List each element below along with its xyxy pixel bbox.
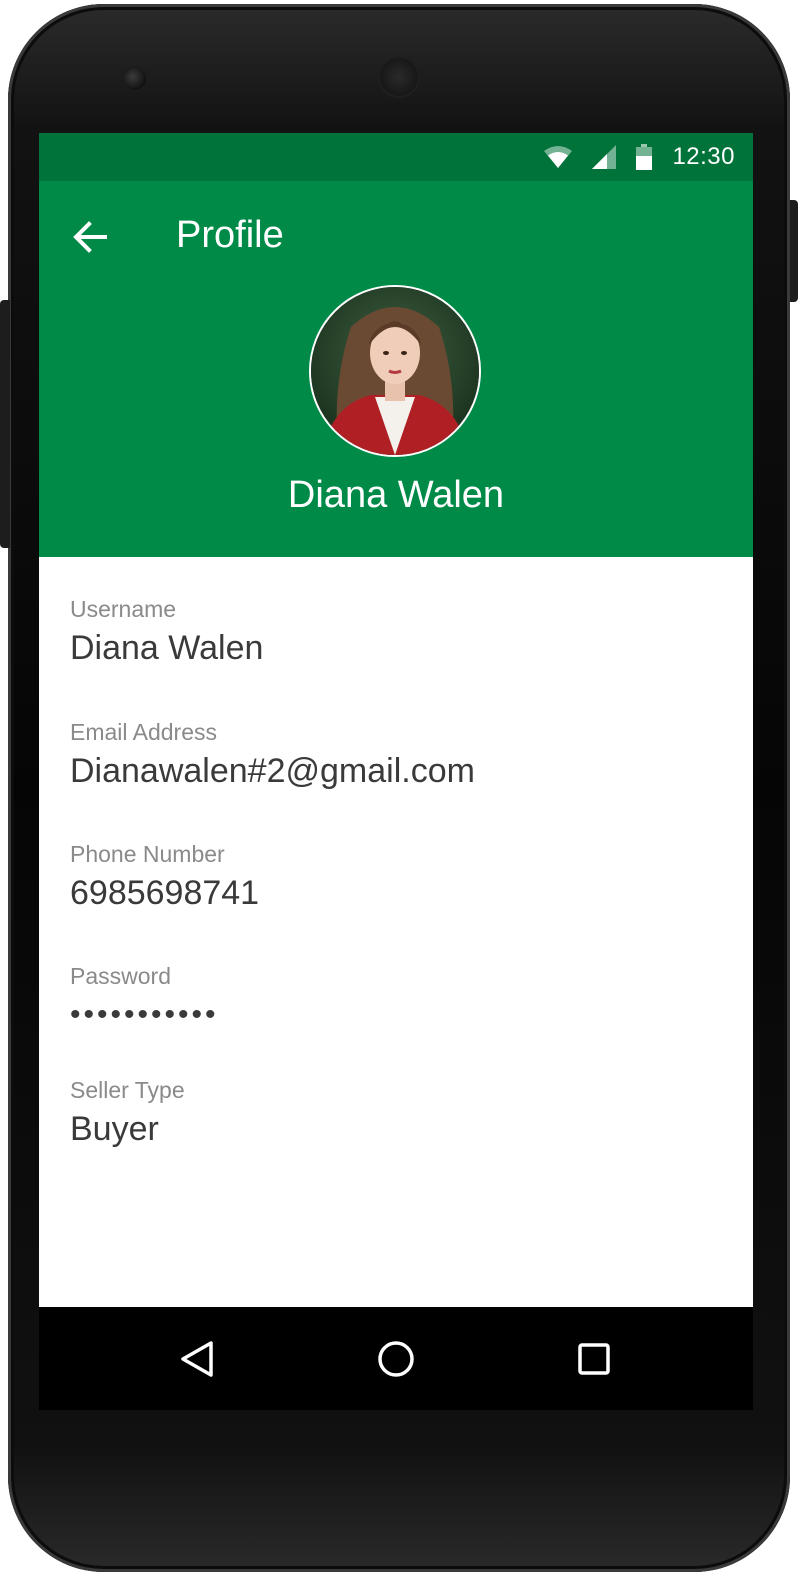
email-value: Dianawalen#2@gmail.com bbox=[70, 752, 475, 790]
password-value: ••••••••••• bbox=[70, 998, 219, 1031]
password-field: Password ••••••••••• bbox=[70, 962, 720, 1036]
email-label: Email Address bbox=[70, 719, 218, 745]
arrow-left-icon bbox=[73, 221, 107, 253]
profile-name: Diana Walen bbox=[287, 474, 505, 516]
earpiece-speaker bbox=[380, 58, 418, 96]
username-value: Diana Walen bbox=[70, 629, 264, 667]
screen: 12:30 Profile Diana Walen Username Diana… bbox=[39, 133, 753, 1410]
nav-recents-button[interactable] bbox=[570, 1335, 618, 1383]
status-icons: 12:30 bbox=[544, 133, 735, 181]
home-circle-icon bbox=[378, 1341, 414, 1377]
username-field: Username Diana Walen bbox=[70, 595, 720, 669]
email-field: Email Address Dianawalen#2@gmail.com bbox=[70, 718, 720, 792]
phone-value: 6985698741 bbox=[70, 874, 260, 912]
status-time: 12:30 bbox=[672, 143, 735, 170]
seller-type-value: Buyer bbox=[70, 1110, 159, 1148]
seller-type-field: Seller Type Buyer bbox=[70, 1076, 720, 1150]
volume-button bbox=[0, 300, 10, 548]
avatar bbox=[309, 285, 481, 457]
wifi-icon bbox=[544, 146, 573, 168]
profile-photo bbox=[311, 287, 479, 455]
battery-icon bbox=[636, 144, 653, 170]
signal-icon bbox=[592, 145, 617, 169]
front-camera bbox=[124, 68, 146, 90]
username-label: Username bbox=[70, 596, 177, 622]
recents-square-icon bbox=[578, 1343, 610, 1375]
back-button[interactable] bbox=[69, 217, 113, 257]
nav-home-button[interactable] bbox=[372, 1335, 420, 1383]
back-triangle-icon bbox=[181, 1341, 213, 1377]
power-button bbox=[790, 200, 798, 302]
phone-label: Phone Number bbox=[70, 841, 225, 867]
page-title: Profile bbox=[176, 214, 284, 256]
navigation-bar bbox=[39, 1307, 753, 1410]
phone-field: Phone Number 6985698741 bbox=[70, 840, 720, 914]
seller-type-label: Seller Type bbox=[70, 1077, 185, 1103]
app-header: Profile Diana Walen bbox=[39, 181, 753, 557]
password-label: Password bbox=[70, 963, 171, 989]
status-bar: 12:30 bbox=[39, 133, 753, 181]
nav-back-button[interactable] bbox=[175, 1335, 223, 1383]
